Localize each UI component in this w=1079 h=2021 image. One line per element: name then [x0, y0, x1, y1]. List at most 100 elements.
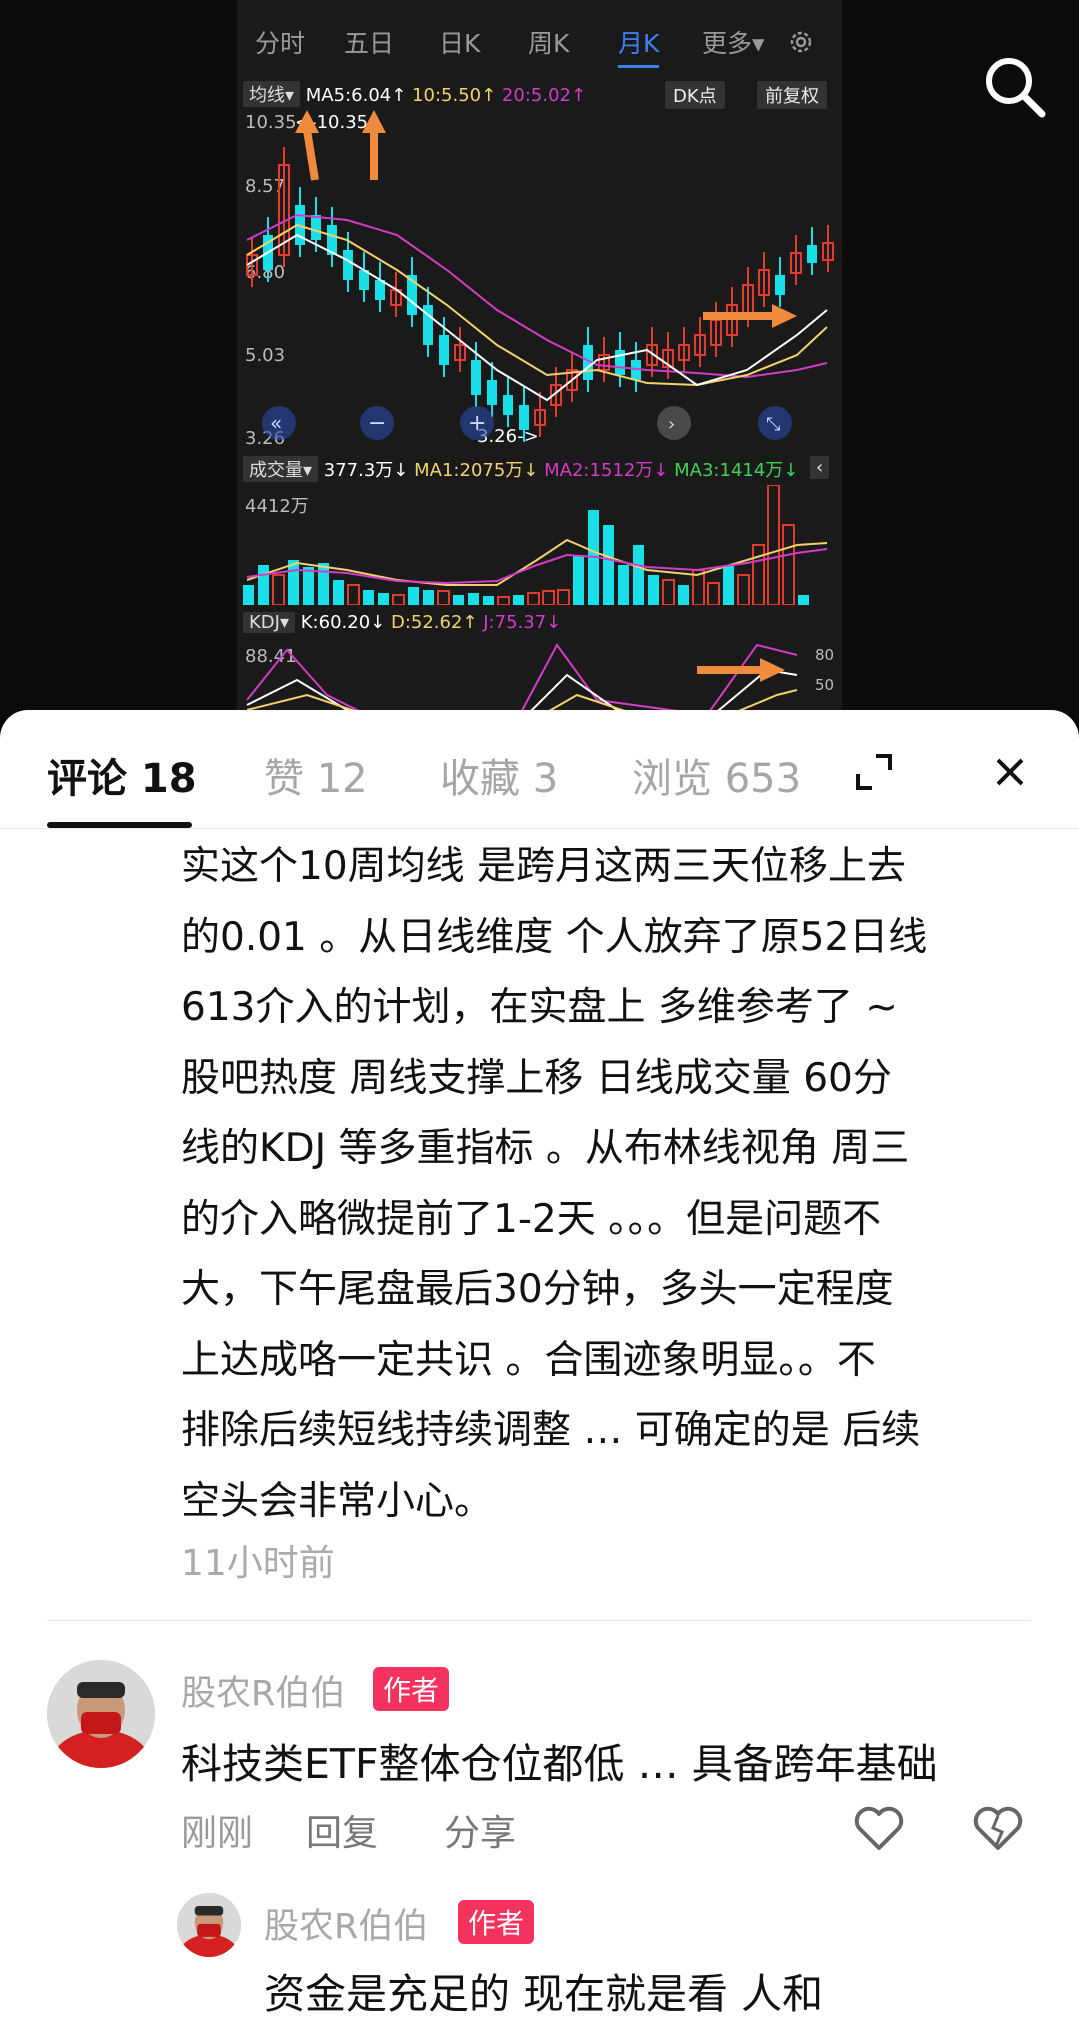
- volume-bar: [618, 565, 629, 605]
- volume-bar: [333, 580, 344, 605]
- kdj-d: D:52.62↑: [390, 612, 478, 633]
- volume-bar: [662, 579, 675, 605]
- gear-icon[interactable]: [787, 28, 815, 56]
- username[interactable]: 股农R伯伯: [181, 1665, 345, 1716]
- username[interactable]: 股农R伯伯: [264, 1898, 428, 1949]
- candle: [311, 215, 321, 240]
- comment-line: 排除后续短线持续调整 … 可确定的是 后续: [181, 1408, 921, 1453]
- kdj-selector[interactable]: KDJ▾: [243, 612, 296, 633]
- comment-line: 613介入的计划，在实盘上 多维参考了 ~: [181, 985, 898, 1030]
- ma20-value: 20:5.02↑: [501, 85, 587, 106]
- candle: [519, 405, 529, 430]
- avatar[interactable]: [47, 1660, 155, 1768]
- candle: [503, 395, 513, 415]
- orange-arrow-right-icon: [703, 304, 797, 328]
- volume-bar: [408, 587, 419, 605]
- zoom-in-icon[interactable]: +: [460, 406, 494, 440]
- divider: [47, 1620, 1031, 1621]
- volume-bar: [243, 585, 254, 605]
- volume-bar: [678, 585, 689, 605]
- tab-comments[interactable]: 评论 18: [47, 746, 197, 804]
- collapse-indicator-icon[interactable]: ‹: [810, 456, 830, 479]
- svg-text:›: ›: [668, 414, 675, 435]
- volume-bar: [573, 555, 584, 605]
- kdj-chart: [246, 643, 798, 720]
- chart-right-icon[interactable]: ›: [657, 406, 691, 440]
- volume-ma2-line: [246, 548, 828, 585]
- volume-bar: [258, 565, 269, 605]
- volume-bar: [288, 560, 299, 605]
- volume-bar: [468, 593, 479, 605]
- comment-line: 空头会非常小心。: [181, 1478, 494, 1524]
- volume-bar: [363, 590, 374, 605]
- candle: [487, 380, 497, 405]
- svg-text:−: −: [368, 411, 386, 436]
- avatar[interactable]: [177, 1893, 241, 1957]
- svg-text:⤡: ⤡: [766, 414, 780, 435]
- expand-icon[interactable]: [852, 750, 896, 794]
- volume-ma1-line: [246, 538, 828, 586]
- volume-bar: [603, 525, 614, 605]
- reply-timestamp: 刚刚: [181, 1813, 254, 1854]
- active-tab-indicator: [47, 822, 192, 828]
- volume-bar: [767, 485, 780, 605]
- ma-selector[interactable]: 均线▾: [243, 81, 301, 107]
- tab-more[interactable]: 更多▾: [702, 24, 765, 60]
- volume-bar: [453, 595, 464, 605]
- tab-favorites[interactable]: 收藏 3: [440, 746, 558, 804]
- ma10-value: 10:5.50↑: [412, 85, 497, 106]
- volume-selector[interactable]: 成交量▾: [243, 456, 319, 482]
- volume-bar: [347, 584, 360, 605]
- stock-chart-card: 分时 五日 日K 周K 月K 更多▾ 均线▾ MA5:6.04↑ 10:5.50…: [237, 0, 842, 720]
- chart-left-fast-icon[interactable]: «: [262, 406, 296, 440]
- reply-text: 科技类ETF整体仓位都低 … 具备跨年基础: [181, 1740, 938, 1788]
- candle: [343, 250, 353, 280]
- kline-chart[interactable]: « − + › ⤡: [237, 105, 842, 450]
- volume-chart: [243, 485, 828, 605]
- volume-bar: [542, 590, 555, 605]
- chart-period-tabs: 分时 五日 日K 周K 月K 更多▾: [237, 24, 842, 68]
- candle: [807, 245, 817, 263]
- reply-button[interactable]: 回复: [306, 1804, 378, 1856]
- author-badge: 作者: [373, 1667, 450, 1711]
- volume-bar: [497, 596, 510, 605]
- tab-daily-k[interactable]: 日K: [439, 24, 480, 60]
- comment-line: 的介入略微提前了1-2天 。。。但是问题不: [181, 1196, 882, 1242]
- comment-body: 实这个10周均线 是跨月这两三天位移上去 的0.01 。从日线维度 个人放弃了原…: [181, 832, 1041, 1537]
- volume-bar: [737, 574, 750, 605]
- close-icon[interactable]: [990, 752, 1030, 792]
- volume-bar: [648, 575, 659, 605]
- volume-bar: [752, 544, 765, 605]
- volume-bar: [527, 592, 540, 605]
- volume-bar: [437, 590, 450, 605]
- volume-bar: [318, 563, 329, 605]
- orange-arrow-up-icon: [295, 110, 319, 181]
- tab-five-day[interactable]: 五日: [344, 24, 394, 60]
- tab-weekly-k[interactable]: 周K: [528, 24, 569, 60]
- volume-bar: [423, 590, 434, 605]
- volume-bar: [513, 595, 524, 605]
- share-button[interactable]: 分享: [444, 1804, 516, 1856]
- volume-indicator-bar: 成交量▾ 377.3万↓ MA1:2075万↓ MA2:1512万↓ MA3:1…: [243, 456, 798, 482]
- like-heart-icon[interactable]: [853, 1804, 905, 1852]
- zoom-out-icon[interactable]: −: [360, 406, 394, 440]
- tab-monthly-k[interactable]: 月K: [618, 24, 660, 68]
- ma-indicator-bar: 均线▾ MA5:6.04↑ 10:5.50↑ 20:5.02↑: [243, 81, 586, 107]
- volume-bar: [392, 594, 405, 605]
- search-icon[interactable]: [980, 52, 1050, 122]
- comment-panel-tabs: 评论 18 赞 12 收藏 3 浏览 653: [0, 710, 1079, 829]
- tab-likes[interactable]: 赞 12: [264, 746, 368, 804]
- comment-line: 的0.01 。从日线维度 个人放弃了原52日线: [181, 914, 928, 960]
- orange-arrow-right-icon: [697, 658, 785, 682]
- volume-bar: [782, 524, 795, 605]
- comment-line: 上达成咯一定共识 。合围迹象明显。。不: [181, 1337, 876, 1383]
- tab-fenshi[interactable]: 分时: [255, 24, 305, 60]
- candle: [775, 275, 785, 295]
- kdj-k: K:60.20↓: [300, 612, 386, 633]
- svg-text:+: +: [468, 411, 486, 436]
- tab-views[interactable]: 浏览 653: [632, 746, 801, 804]
- reply-text: 资金是充足的 现在就是看 人和: [264, 1970, 824, 2018]
- dislike-broken-heart-icon[interactable]: [972, 1804, 1024, 1852]
- comment-line: 股吧热度 周线支撑上移 日线成交量 60分: [181, 1055, 892, 1101]
- fullscreen-chart-icon[interactable]: ⤡: [758, 406, 792, 440]
